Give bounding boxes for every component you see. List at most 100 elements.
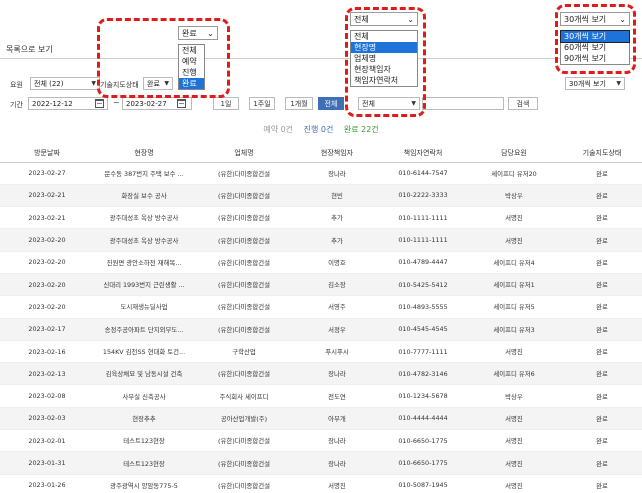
- status-dropdown-value: 완료: [182, 28, 197, 38]
- chevron-down-icon: ⌄: [619, 14, 626, 24]
- table-row[interactable]: 2023-02-20 신대리 1993번지 근린생활 ... (유한)다미종합건설 김…: [0, 273, 642, 297]
- cell-status: 완료: [562, 184, 642, 208]
- list-view-tab[interactable]: 목록으로 보기: [6, 44, 53, 55]
- page-size-option-90[interactable]: 90개씩 보기: [561, 53, 629, 64]
- page-size-dropdown-value: 30개씩 보기: [564, 14, 607, 24]
- page-size-option-60[interactable]: 60개씩 보기: [561, 42, 629, 53]
- period-all-button[interactable]: 전체: [318, 97, 344, 110]
- cell-company: 구학산업: [194, 340, 294, 364]
- visit-table: 방문날짜 현장명 업체명 현장책임자 책임자연락처 담당요원 기술지도상태 20…: [0, 145, 642, 493]
- field-option-contact[interactable]: 책임자연락처: [351, 75, 417, 86]
- cell-manager-contact: 010-4893-5555: [380, 295, 466, 319]
- cell-company: 공아산업개발(주): [194, 407, 294, 431]
- status-dropdown-select[interactable]: 완료 ⌄: [178, 26, 218, 40]
- cell-company: (유한)다미종합건설: [194, 474, 294, 493]
- header-company: 업체명: [194, 145, 294, 163]
- table-row[interactable]: 2023-02-13 김육상채묘 및 남동시설 건축 (유한)다미종합건설 장나라 01…: [0, 362, 642, 386]
- field-option-site-name[interactable]: 현장명: [351, 42, 417, 53]
- table-row[interactable]: 2023-02-08 사무실 신축공사 주식회사 세이프디 전도연 010-1234-5…: [0, 384, 642, 408]
- cell-company: (유한)다미종합건설: [194, 251, 294, 274]
- cell-agent: 세이프디 유저3: [466, 318, 562, 341]
- calendar-icon[interactable]: [95, 99, 104, 108]
- cell-site-manager: 장나라: [294, 451, 380, 475]
- status-option-reserved[interactable]: 예약: [179, 56, 204, 67]
- cell-site-manager: 김소장: [294, 273, 380, 297]
- cell-agent: 서명진: [466, 228, 562, 252]
- field-option-all[interactable]: 전체: [351, 31, 417, 42]
- header-status: 기술지도상태: [562, 145, 642, 163]
- period-1month-button[interactable]: 1개월: [285, 97, 313, 110]
- cell-agent: 서명진: [466, 451, 562, 475]
- cell-manager-contact: 010-4789-4447: [380, 251, 466, 274]
- cell-site-name: 도시재생뉴딜사업: [94, 295, 194, 319]
- period-1week-button[interactable]: 1주일: [249, 97, 275, 110]
- chevron-down-icon: ⌄: [207, 28, 214, 38]
- table-body: 2023-02-27 문수동 387번지 주택 보수 ... (유한)다미종합건설 장…: [0, 162, 642, 493]
- table-row[interactable]: 2023-02-16 154KV 김천SS 현대화 토건... 구학산업 푸시푸시 01…: [0, 340, 642, 364]
- agent-select-value: 전체 (22): [34, 79, 64, 88]
- cell-site-name: 광주대성초 옥상 방수공사: [94, 206, 194, 230]
- period-1day-button[interactable]: 1일: [213, 97, 239, 110]
- cell-visit-date: 2023-01-31: [0, 451, 94, 475]
- cell-company: (유한)다미종합건설: [194, 429, 294, 453]
- cell-site-manager: 이명호: [294, 251, 380, 274]
- field-option-site-manager[interactable]: 현장책임자: [351, 64, 417, 75]
- table-row[interactable]: 2023-02-27 문수동 387번지 주택 보수 ... (유한)다미종합건설 장…: [0, 162, 642, 185]
- cell-site-manager: 추가: [294, 206, 380, 230]
- table-row[interactable]: 2023-01-31 테스트123현장 (유한)다미종합건설 장나라 010-6650-…: [0, 451, 642, 475]
- date-to-value: 2023-02-27: [126, 99, 167, 108]
- cell-site-manager: 서명진: [294, 474, 380, 493]
- search-input[interactable]: [422, 97, 504, 110]
- cell-agent: 서명진: [466, 474, 562, 493]
- field-option-company[interactable]: 업체명: [351, 53, 417, 64]
- cell-agent: 서명진: [466, 429, 562, 453]
- cell-agent: 세이프디 유저5: [466, 295, 562, 319]
- cell-company: (유한)다미종합건설: [194, 206, 294, 230]
- status-option-progress[interactable]: 진행: [179, 67, 204, 78]
- header-site-manager: 현장책임자: [294, 145, 380, 163]
- header-manager-contact: 책임자연락처: [380, 145, 466, 163]
- cell-manager-contact: 010-2222-3333: [380, 184, 466, 208]
- cell-site-manager: 아무개: [294, 407, 380, 431]
- status-option-all[interactable]: 전체: [179, 45, 204, 56]
- page-size-dropdown-list: 30개씩 보기 60개씩 보기 90개씩 보기: [560, 30, 630, 65]
- cell-agent: 박상우: [466, 184, 562, 208]
- cell-site-manager: 추가: [294, 228, 380, 252]
- cell-site-name: 현장추추: [94, 407, 194, 431]
- cell-site-manager: 푸시푸시: [294, 340, 380, 364]
- table-row[interactable]: 2023-02-20 도시재생뉴딜사업 (유한)다미종합건설 서영주 010-4893-…: [0, 295, 642, 319]
- table-row[interactable]: 2023-02-01 테스트123현장 (유한)다미종합건설 장나라 010-6650-…: [0, 429, 642, 453]
- table-row[interactable]: 2023-02-03 현장추추 공아산업개발(주) 아무개 010-4444-4444 서…: [0, 407, 642, 431]
- cell-visit-date: 2023-02-20: [0, 228, 94, 252]
- page-size-dropdown-select[interactable]: 30개씩 보기 ⌄: [560, 12, 630, 26]
- cell-company: (유한)다미종합건설: [194, 295, 294, 319]
- cell-site-name: 광주대성초 옥상 방수공사: [94, 228, 194, 252]
- page-size-select-value: 30개씩 보기: [569, 79, 606, 88]
- cell-agent: 서명진: [466, 340, 562, 364]
- status-option-done[interactable]: 완료: [179, 78, 204, 89]
- table-row[interactable]: 2023-02-17 송정주공아파트 단지외부도... (유한)다미종합건설 서정우 0…: [0, 318, 642, 341]
- agent-select[interactable]: 전체 (22) ▼: [30, 77, 100, 90]
- table-row[interactable]: 2023-01-26 광주광역시 양암동775-5 (유한)다미종합건설 서명진 010…: [0, 474, 642, 493]
- cell-site-name: 화장실 보수 공사: [94, 184, 194, 208]
- cell-site-manager: 서영주: [294, 295, 380, 319]
- calendar-icon[interactable]: [177, 99, 186, 108]
- chevron-down-icon: ▼: [91, 80, 96, 87]
- status-summary: 예약 0건 진행 0건 완료 22건: [0, 124, 642, 135]
- page-size-option-30[interactable]: 30개씩 보기: [560, 30, 630, 43]
- date-range-separator: ~: [113, 98, 120, 107]
- page-size-select[interactable]: 30개씩 보기 ▼: [565, 77, 625, 90]
- search-button[interactable]: 검색: [508, 97, 538, 110]
- table-row[interactable]: 2023-02-21 화장실 보수 공사 (유한)다미종합건설 현빈 010-2222-…: [0, 184, 642, 208]
- cell-manager-contact: 010-5425-5412: [380, 273, 466, 297]
- date-from-value: 2022-12-12: [32, 99, 73, 108]
- cell-visit-date: 2023-02-01: [0, 429, 94, 453]
- field-dropdown-select[interactable]: 전체 ⌄: [350, 12, 418, 26]
- cell-site-manager: 현빈: [294, 184, 380, 208]
- table-row[interactable]: 2023-02-21 광주대성초 옥상 방수공사 (유한)다미종합건설 추가 010-1…: [0, 206, 642, 230]
- table-row[interactable]: 2023-02-20 진원면 광안소하천 재해복... (유한)다미종합건설 이명호 0…: [0, 251, 642, 274]
- cell-site-name: 진원면 광안소하천 재해복...: [94, 251, 194, 274]
- cell-site-manager: 서정우: [294, 318, 380, 341]
- table-row[interactable]: 2023-02-20 광주대성초 옥상 방수공사 (유한)다미종합건설 추가 010-1…: [0, 228, 642, 252]
- cell-visit-date: 2023-02-20: [0, 251, 94, 274]
